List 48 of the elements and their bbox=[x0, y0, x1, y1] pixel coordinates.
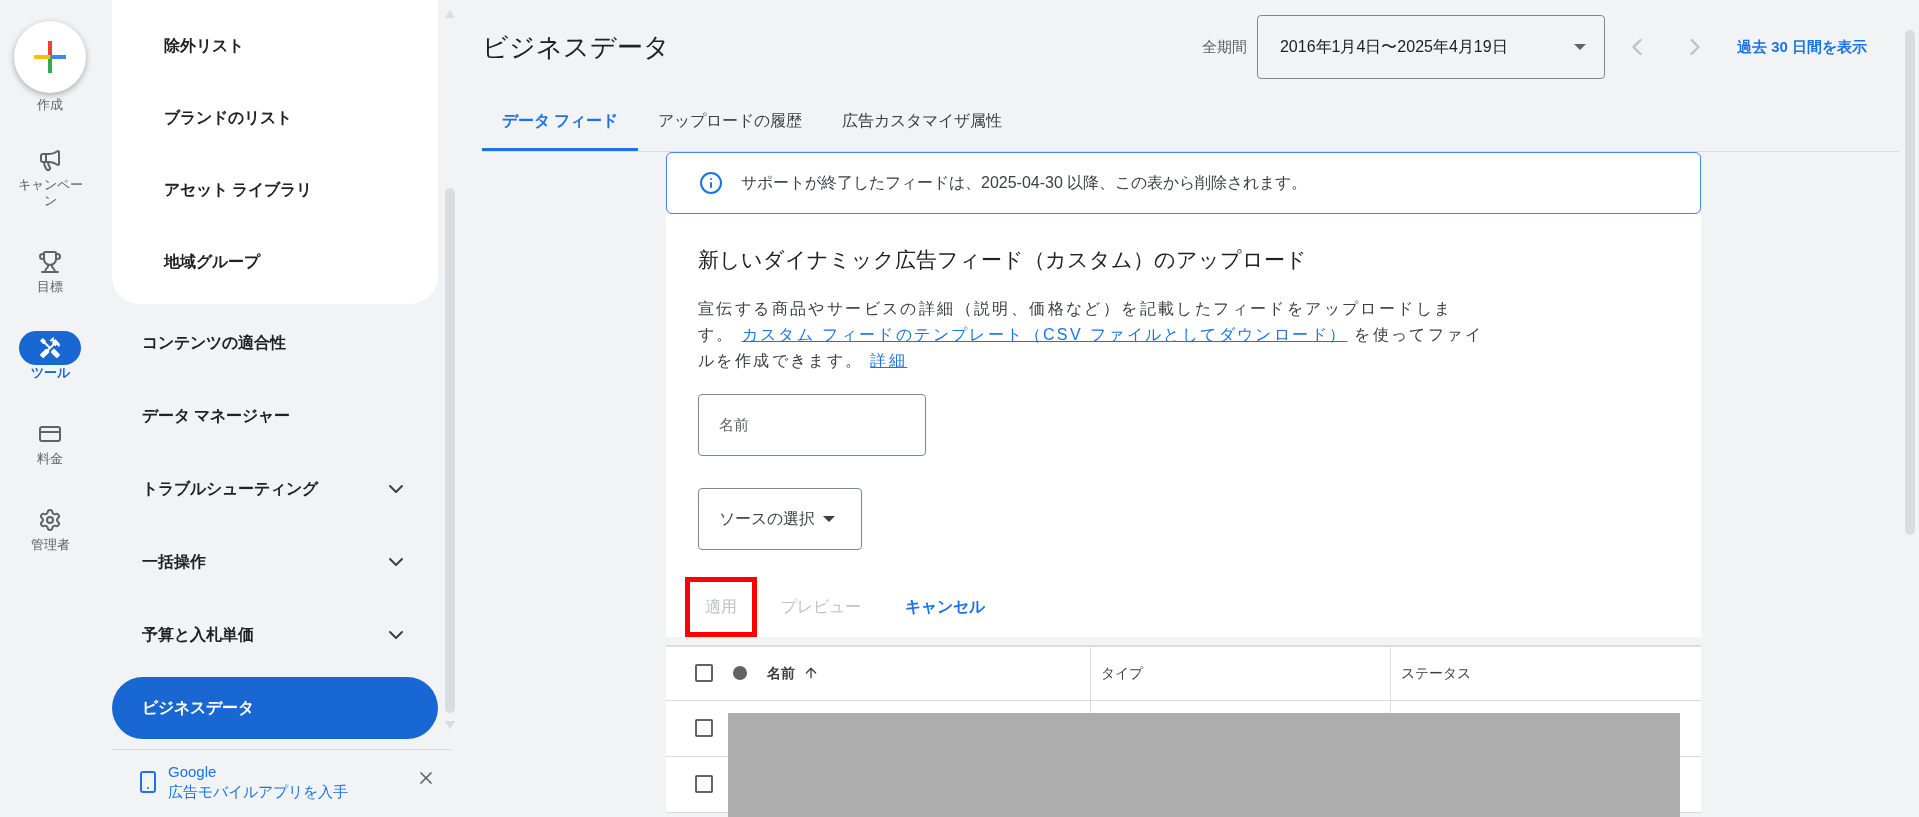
sidebar-item[interactable]: 予算と入札単価 bbox=[112, 604, 438, 666]
checkbox[interactable] bbox=[695, 664, 713, 682]
page-title: ビジネスデータ bbox=[482, 30, 671, 64]
sidebar-item[interactable]: コンテンツの適合性 bbox=[112, 312, 438, 374]
description-text: 宣伝する商品やサービスの詳細（説明、価格など）を記載したフィードをアップロードします。 カスタム フィードのテンプレート（CSV ファイルとしてダウンロード） を使ってファイルを作成できます。 詳細 bbox=[698, 298, 1485, 371]
create-button[interactable] bbox=[14, 21, 86, 93]
sidebar-item[interactable]: トラブルシューティング bbox=[112, 458, 438, 520]
info-icon bbox=[699, 171, 723, 195]
rail-item[interactable]: 料金 bbox=[5, 416, 95, 467]
tab[interactable]: 広告カスタマイザ属性 bbox=[822, 94, 1023, 151]
column-header[interactable]: 名前 bbox=[767, 662, 819, 684]
create-label: 作成 bbox=[37, 96, 63, 114]
checkbox[interactable] bbox=[695, 775, 713, 793]
sidebar-item[interactable]: 一括操作 bbox=[112, 531, 438, 593]
action-button[interactable]: キャンセル bbox=[885, 576, 1005, 637]
name-input-field[interactable]: 名前 bbox=[698, 393, 926, 456]
megaphone-icon bbox=[38, 147, 62, 172]
source-select-dropdown[interactable]: ソースの選択 bbox=[698, 487, 862, 550]
promo-link[interactable]: 広告モバイルアプリを入手 bbox=[168, 782, 416, 802]
tab[interactable]: アップロードの履歴 bbox=[638, 94, 823, 151]
rail-item[interactable]: 管理者 bbox=[5, 502, 95, 553]
rail-item[interactable]: キャンペーン bbox=[5, 142, 95, 209]
rail-item[interactable]: ツール bbox=[5, 330, 95, 381]
tab[interactable]: データ フィード bbox=[482, 94, 639, 151]
caret-down-icon bbox=[1573, 44, 1586, 50]
checkbox[interactable] bbox=[695, 719, 713, 737]
submenu-item[interactable]: アセット ライブラリ bbox=[112, 154, 438, 226]
caret-down-icon bbox=[823, 515, 835, 522]
sidebar-item[interactable]: データ マネージャー bbox=[112, 385, 438, 447]
description-link[interactable]: 詳細 bbox=[870, 351, 908, 369]
settings-icon bbox=[38, 507, 62, 532]
column-header[interactable]: ステータス bbox=[1401, 662, 1471, 684]
plus-icon bbox=[32, 39, 68, 75]
last-30-days-link[interactable]: 過去 30 日間を表示 bbox=[1736, 35, 1867, 59]
submenu-item[interactable]: 除外リスト bbox=[112, 10, 438, 82]
submenu-item[interactable]: ブランドのリスト bbox=[112, 82, 438, 154]
period-label: 全期間 bbox=[1201, 36, 1247, 57]
sidebar-item[interactable]: ビジネスデータ bbox=[112, 677, 438, 739]
rail-item[interactable]: 目標 bbox=[5, 244, 95, 295]
submenu-item[interactable]: 地域グループ bbox=[112, 226, 438, 298]
date-range-dropdown[interactable]: 2016年1月4日〜2025年4月19日 bbox=[1256, 15, 1605, 79]
trophy-icon bbox=[38, 249, 62, 274]
notice-text: サポートが終了したフィードは、2025-04-30 以降、この表から削除されます。 bbox=[741, 173, 1308, 193]
card-title: 新しいダイナミック広告フィード（カスタム）のアップロード bbox=[698, 247, 1308, 273]
column-header[interactable]: タイプ bbox=[1101, 662, 1143, 684]
promo-title: Google bbox=[168, 762, 218, 782]
description-link[interactable]: カスタム フィードのテンプレート（CSV ファイルとしてダウンロード） bbox=[741, 325, 1348, 343]
tools-icon bbox=[38, 335, 62, 360]
